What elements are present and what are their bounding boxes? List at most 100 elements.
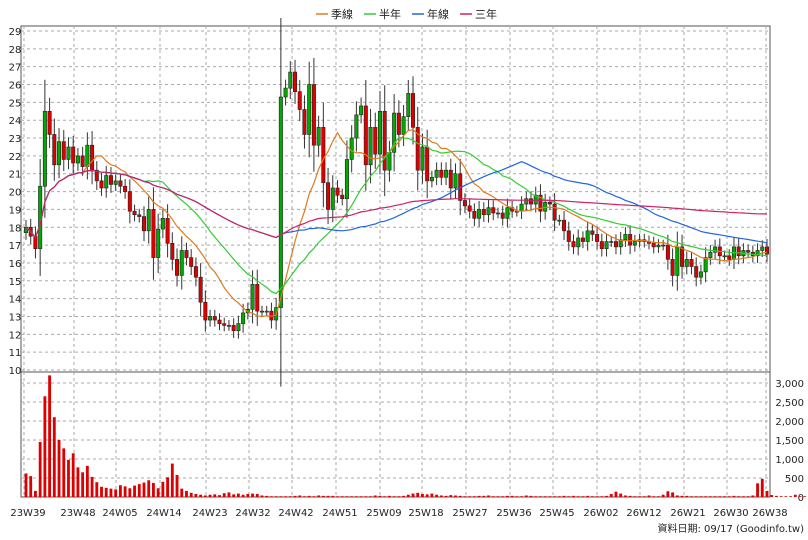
candle-body (179, 250, 184, 276)
candle-body (137, 214, 142, 217)
volume-bar (317, 495, 321, 497)
volume-bar (166, 477, 170, 497)
volume-bar (458, 495, 462, 497)
volume-bar (756, 483, 759, 497)
candle-body (283, 87, 288, 98)
candle-body (543, 201, 548, 212)
volume-bar (501, 496, 505, 497)
volume-bar (100, 486, 103, 497)
x-tick-label: 23W48 (60, 508, 95, 519)
candle-body (736, 246, 741, 257)
candle-body (151, 209, 156, 258)
candle-body (434, 169, 439, 178)
volume-bar (227, 492, 231, 497)
x-tick-label: 24W51 (322, 508, 357, 519)
candle-body (462, 200, 467, 207)
volume-bar (255, 493, 259, 497)
volume-bar (713, 496, 717, 497)
volume-bar (109, 488, 113, 497)
volume-bar (793, 494, 797, 497)
volume-bar (388, 495, 391, 497)
candle-body (132, 210, 137, 216)
price-tick-label: 17 (9, 241, 22, 252)
candle-body (613, 241, 618, 248)
volume-bar (775, 495, 778, 497)
candle-body (113, 180, 118, 185)
candle-body (429, 177, 434, 182)
price-tick-label: 29 (9, 27, 22, 38)
price-tick-label: 18 (9, 223, 22, 234)
candle-body (42, 110, 47, 187)
candle-body (387, 152, 392, 171)
volume-bar (161, 481, 165, 497)
candle-body (75, 155, 80, 164)
candle-body (359, 105, 364, 116)
candle-body (524, 198, 529, 205)
volume-tick-label: 3,000 (775, 379, 804, 390)
volume-bar (614, 491, 618, 497)
volume-bar (704, 496, 708, 497)
candle-body (373, 127, 378, 155)
volume-bar (232, 494, 236, 497)
candle-body (708, 251, 713, 258)
volume-bar (567, 496, 571, 497)
candle-body (689, 259, 694, 267)
candle-body (665, 244, 670, 260)
volume-bar (71, 453, 75, 497)
candle-body (141, 216, 146, 232)
legend-label: 年線 (427, 7, 449, 21)
volume-bar (260, 495, 264, 497)
price-tick-label: 20 (9, 188, 22, 199)
volume-bar (727, 496, 731, 497)
volume-bar (765, 490, 769, 497)
volume-bar (203, 495, 207, 497)
volume-bar (90, 476, 94, 497)
volume-bar (312, 496, 316, 497)
volume-bar (638, 496, 641, 497)
volume-bar (274, 496, 278, 497)
volume-bar (298, 495, 302, 497)
volume-bar (770, 495, 774, 497)
x-tick-label: 23W39 (10, 508, 45, 519)
volume-bar (510, 495, 514, 497)
candle-body (344, 159, 349, 200)
candle-body (104, 175, 109, 189)
x-tick-label: 26W30 (713, 508, 748, 519)
volume-bar (444, 495, 448, 497)
volume-bar (180, 488, 184, 497)
candle-body (552, 203, 557, 221)
candle-body (675, 246, 680, 276)
candle-body (656, 244, 661, 248)
volume-bar (623, 495, 627, 497)
volume-bar (628, 495, 632, 497)
price-tick-label: 15 (9, 277, 22, 288)
volume-bar (38, 441, 42, 497)
candle-body (500, 212, 505, 219)
volume-bar (449, 495, 453, 497)
candle-body (302, 109, 307, 135)
volume-bar (685, 495, 689, 497)
candle-body (396, 112, 401, 135)
candle-body (335, 187, 340, 196)
candle-body (184, 250, 189, 258)
volume-bar (48, 375, 52, 497)
volume-bar (779, 496, 783, 497)
candle-body (349, 137, 354, 160)
x-tick-label: 24W14 (146, 508, 181, 519)
volume-bar (411, 493, 415, 497)
candle-body (311, 84, 316, 146)
candle-body (57, 141, 62, 166)
volume-bar (288, 496, 292, 497)
candle-body (453, 173, 458, 189)
candle-body (127, 191, 132, 212)
candle-body (529, 198, 534, 205)
volume-bar (468, 496, 472, 497)
candle-body (61, 141, 66, 160)
price-tick-label: 16 (9, 259, 22, 270)
volume-bar (539, 496, 542, 497)
candle-body (566, 230, 571, 242)
volume-bar (732, 495, 736, 497)
volume-bar (524, 495, 528, 497)
candle-body (175, 259, 180, 276)
volume-bar (383, 496, 387, 497)
